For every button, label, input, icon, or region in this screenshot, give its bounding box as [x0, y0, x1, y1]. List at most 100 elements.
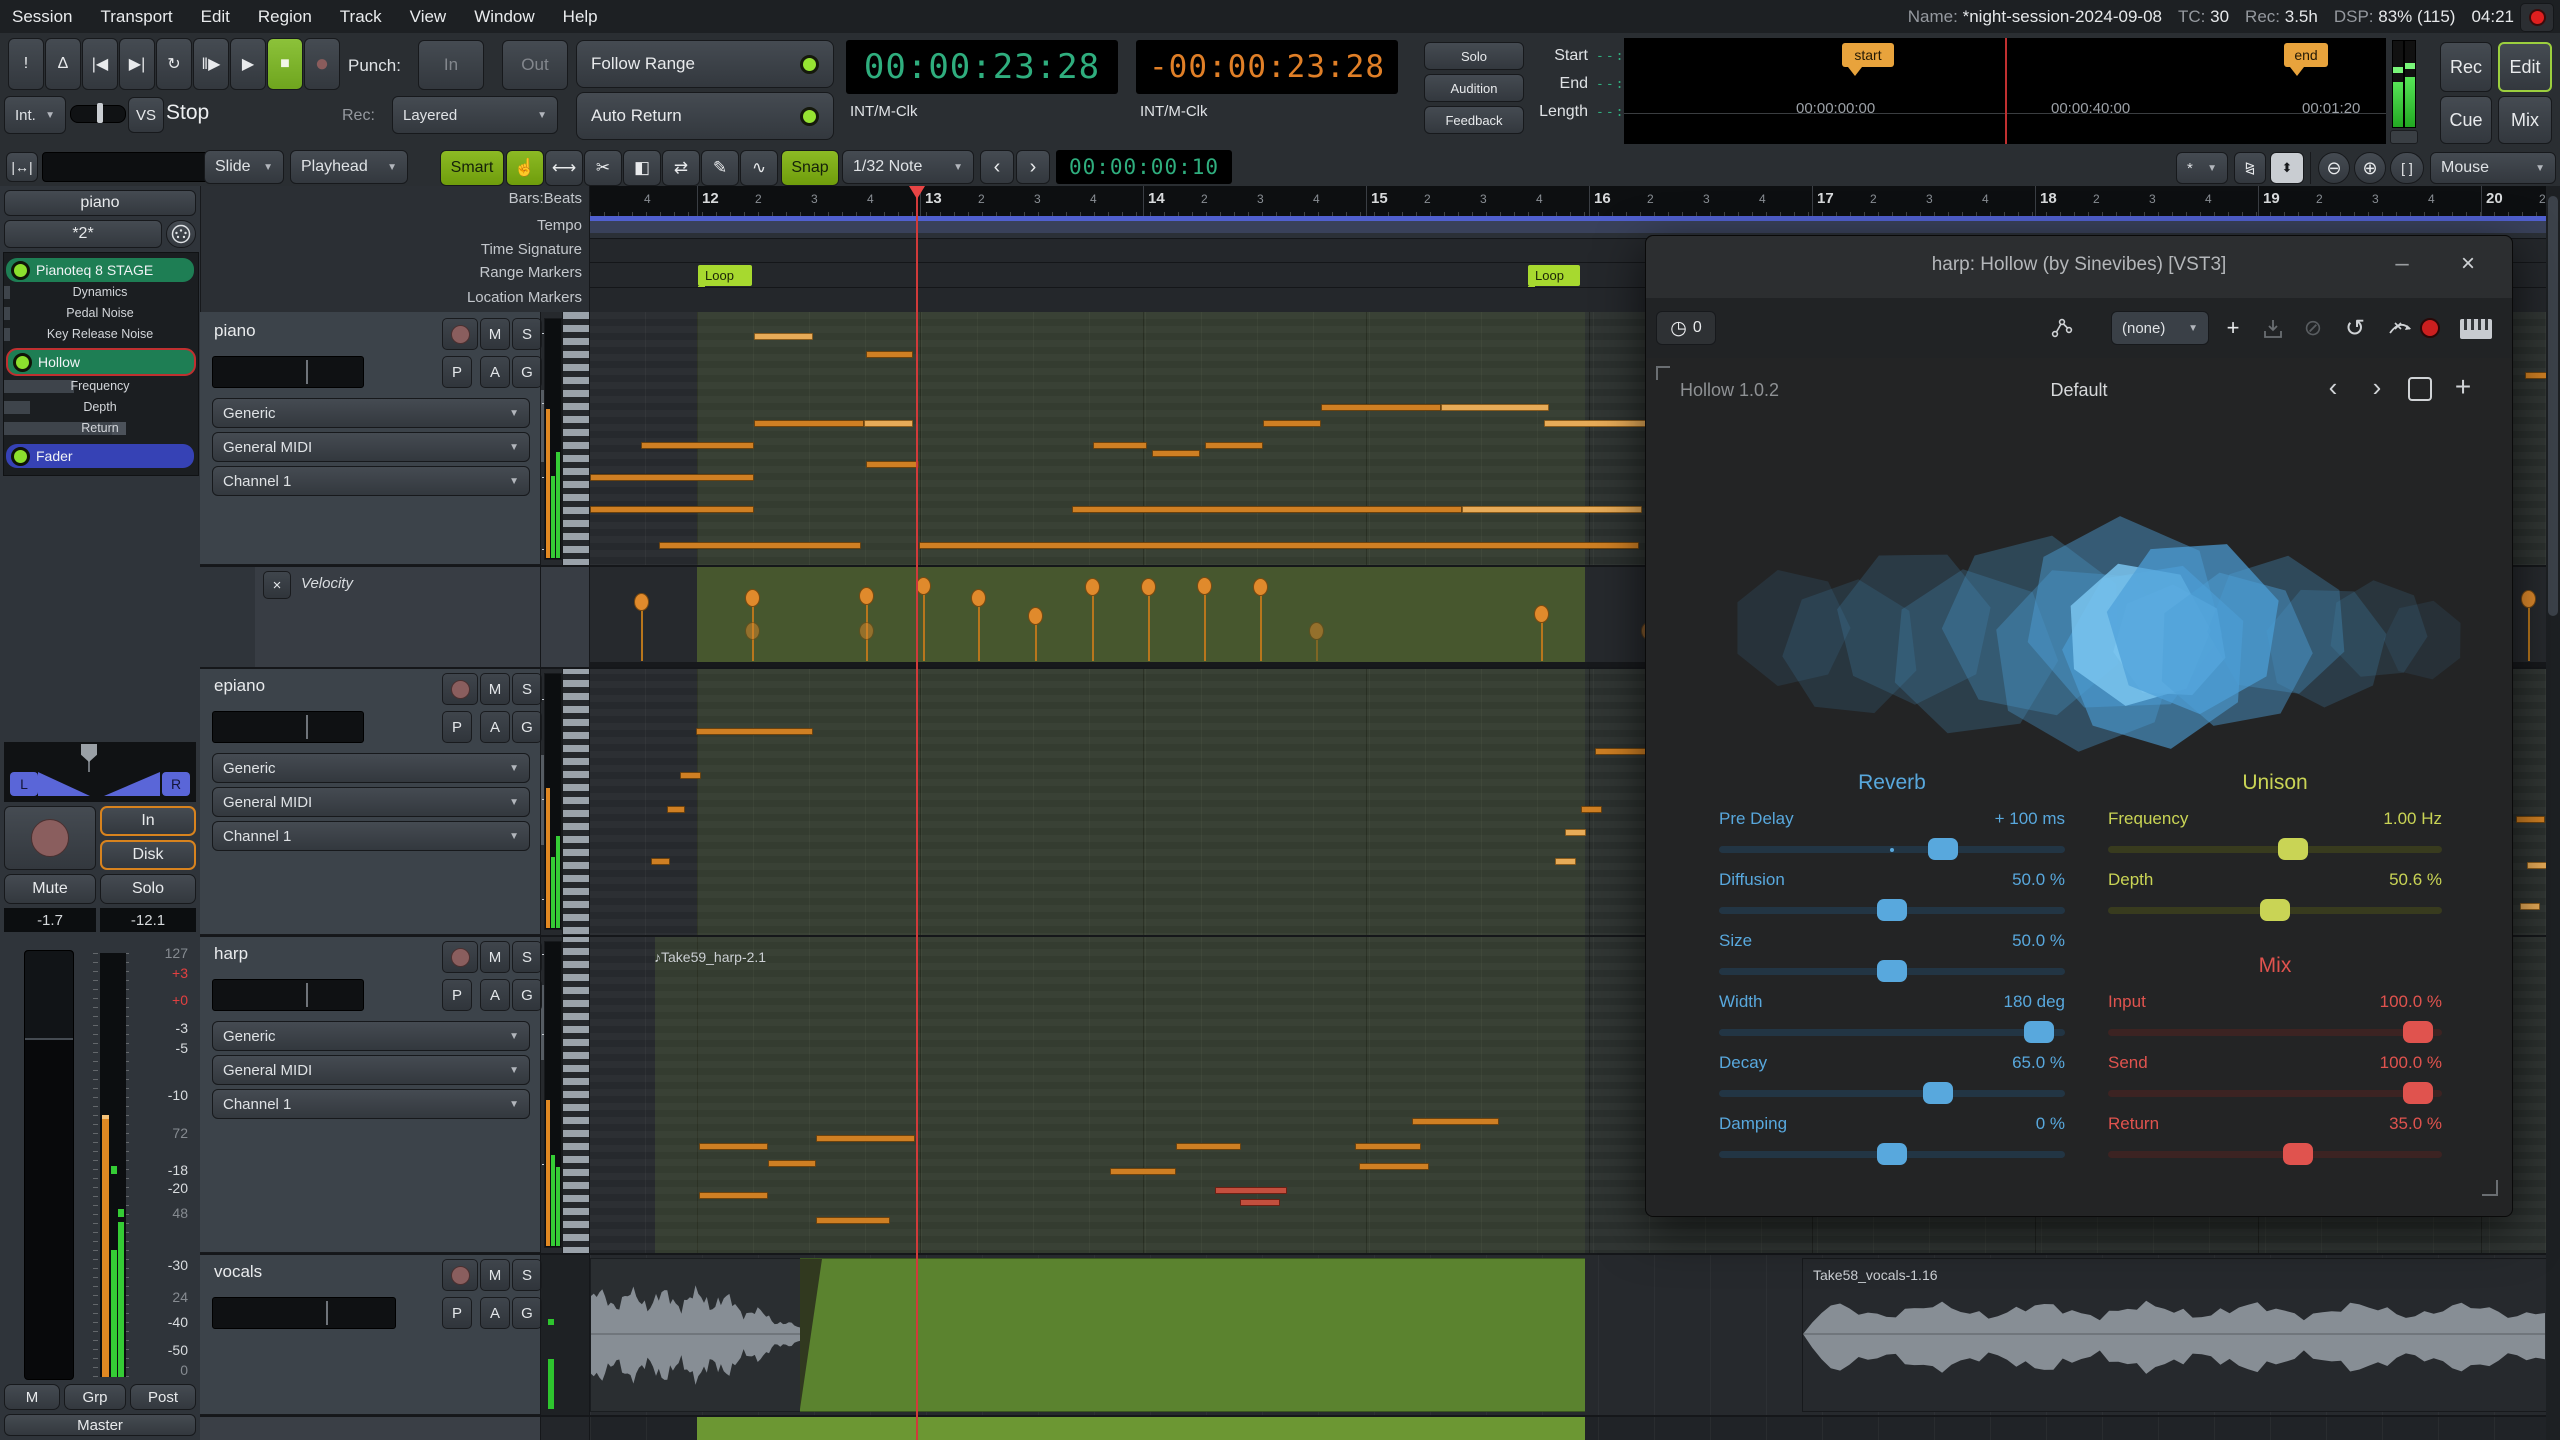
midi-note[interactable] [1215, 1187, 1287, 1194]
gain-fader[interactable] [24, 950, 74, 1380]
expand-tracks-button[interactable]: ⬍ [2270, 152, 2304, 184]
mini-timeline[interactable]: start end 00:00:00:00 00:00:40:00 00:01:… [1624, 38, 2386, 144]
midnam-model-dropdown[interactable]: General MIDI [212, 432, 530, 462]
midi-input-button[interactable] [166, 220, 196, 248]
param-slider-handle[interactable] [1877, 960, 1907, 982]
latency-button[interactable]: ◷ 0 [1656, 311, 1716, 345]
midi-note[interactable] [1555, 858, 1576, 865]
track-name-label[interactable]: epiano [214, 676, 265, 696]
menu-transport[interactable]: Transport [100, 7, 172, 27]
punch-out-button[interactable]: Out [502, 40, 568, 90]
velocity-lollipop[interactable] [916, 577, 931, 661]
velocity-lollipop[interactable] [1534, 605, 1549, 661]
draw-tool[interactable]: ✎ [701, 150, 739, 186]
track-name-label[interactable]: vocals [214, 1262, 262, 1282]
param-slider-handle[interactable] [1877, 1143, 1907, 1165]
minimize-button[interactable]: – [2384, 246, 2420, 282]
midi-note[interactable] [754, 333, 813, 340]
epiano-track-header[interactable]: epiano M S P A G Generic General MIDI Ch… [200, 667, 562, 935]
velocity-lollipop[interactable] [745, 622, 760, 661]
start-marker[interactable]: start [1842, 43, 1894, 67]
param-slider-handle[interactable] [2282, 1143, 2313, 1165]
track-automation-button[interactable]: A [480, 1297, 510, 1329]
track-mute-button[interactable]: M [480, 1259, 510, 1291]
midi-note[interactable] [699, 1192, 768, 1199]
midi-note[interactable] [680, 772, 701, 779]
meter-options-button[interactable] [2390, 130, 2418, 144]
midi-channel-button[interactable]: *2* [4, 220, 162, 248]
midi-note[interactable] [1462, 506, 1642, 513]
zoom-fit-button[interactable]: [ ] [2390, 152, 2424, 184]
auto-return-button[interactable]: Auto Return [576, 92, 834, 140]
rec-mode-dropdown[interactable]: Layered [392, 96, 558, 134]
track-group-button[interactable]: G [512, 356, 542, 388]
processor-hollow[interactable]: Hollow [6, 348, 196, 376]
midi-note[interactable] [1412, 1118, 1499, 1125]
midi-note[interactable] [816, 1217, 890, 1224]
processor-led[interactable] [11, 446, 30, 466]
processor-fader[interactable]: Fader [6, 444, 194, 468]
zoom-preset-dropdown[interactable]: * [2176, 152, 2228, 184]
mouse-mode-dropdown[interactable]: Mouse [2430, 152, 2556, 184]
midi-note[interactable] [1441, 404, 1549, 411]
add-preset-button[interactable]: + [2216, 311, 2250, 345]
vocals-audio-region[interactable] [590, 1258, 820, 1412]
track-rec-enable[interactable] [442, 1259, 478, 1291]
processor-led[interactable] [13, 352, 32, 372]
midi-note[interactable] [864, 420, 913, 427]
menu-edit[interactable]: Edit [201, 7, 230, 27]
gain-display[interactable]: -1.7 [4, 908, 96, 932]
velocity-lollipop[interactable] [1028, 607, 1043, 661]
nudge-forward-button[interactable]: › [1016, 150, 1050, 184]
ruler-lane-label-2[interactable]: Time Signature [360, 241, 582, 258]
play-button[interactable]: ▶ [230, 38, 266, 90]
track-solo-button[interactable]: S [512, 1259, 542, 1291]
midi-channel-dropdown[interactable]: Channel 1 [212, 821, 530, 851]
bypass-button[interactable] [2380, 311, 2446, 345]
midi-note[interactable] [1240, 1199, 1280, 1206]
midnam-device-dropdown[interactable]: Generic [212, 1021, 530, 1051]
velocity-lollipop[interactable] [634, 593, 649, 661]
midi-note[interactable] [1595, 748, 1650, 755]
menu-window[interactable]: Window [474, 7, 534, 27]
track-automation-button[interactable]: A [480, 979, 510, 1011]
strip-midi-button[interactable]: M [4, 1384, 60, 1410]
track-name-label[interactable]: piano [214, 321, 256, 341]
midnam-device-dropdown[interactable]: Generic [212, 753, 530, 783]
midi-note[interactable] [1355, 1143, 1421, 1150]
pin-connections-button[interactable] [2046, 313, 2078, 343]
processor-instrument[interactable]: Pianoteq 8 STAGE [6, 258, 194, 282]
instrument-param[interactable]: Key Release Noise [4, 327, 196, 341]
menu-view[interactable]: View [410, 7, 447, 27]
plugin-titlebar[interactable]: harp: Hollow (by Sinevibes) [VST3] – × [1646, 236, 2512, 299]
strip-post-button[interactable]: Post [130, 1384, 196, 1410]
master-strip-button[interactable]: Master [4, 1414, 196, 1436]
playhead-marker[interactable] [909, 186, 925, 199]
track-solo-button[interactable]: S [512, 941, 542, 973]
playhead[interactable] [916, 186, 918, 1440]
ruler-lane-label-1[interactable]: Tempo [360, 217, 582, 234]
strip-name-button[interactable]: piano [4, 190, 196, 216]
track-mute-button[interactable]: M [480, 673, 510, 705]
smart-mode-button[interactable]: Smart [440, 150, 504, 186]
midi-note[interactable] [590, 474, 754, 481]
close-button[interactable]: × [2450, 246, 2486, 282]
shrink-tracks-button[interactable]: ⧎ [2234, 152, 2266, 184]
delete-preset-button[interactable]: ⊘ [2296, 311, 2330, 345]
menu-help[interactable]: Help [563, 7, 598, 27]
audition-button[interactable]: Audition [1424, 74, 1524, 102]
midi-note[interactable] [699, 1143, 768, 1150]
piano-track-header[interactable]: piano M S P A G Generic General MIDI Cha… [200, 312, 562, 565]
zoom-in-button[interactable]: ⊕ [2354, 152, 2386, 184]
midi-note[interactable] [1321, 404, 1441, 411]
midi-note[interactable] [696, 728, 813, 735]
loop-range-end-marker[interactable]: Loop [1528, 265, 1580, 286]
zoom-out-button[interactable]: ⊖ [2318, 152, 2350, 184]
edit-page-button[interactable]: Edit [2498, 42, 2552, 92]
track-gain-slider[interactable] [212, 356, 364, 388]
strip-group-button[interactable]: Grp [64, 1384, 126, 1410]
peak-display[interactable]: -12.1 [100, 908, 196, 932]
go-start-button[interactable]: |◀ [82, 38, 118, 90]
resize-corner[interactable] [2482, 1180, 2498, 1196]
midi-note[interactable] [1565, 829, 1586, 836]
